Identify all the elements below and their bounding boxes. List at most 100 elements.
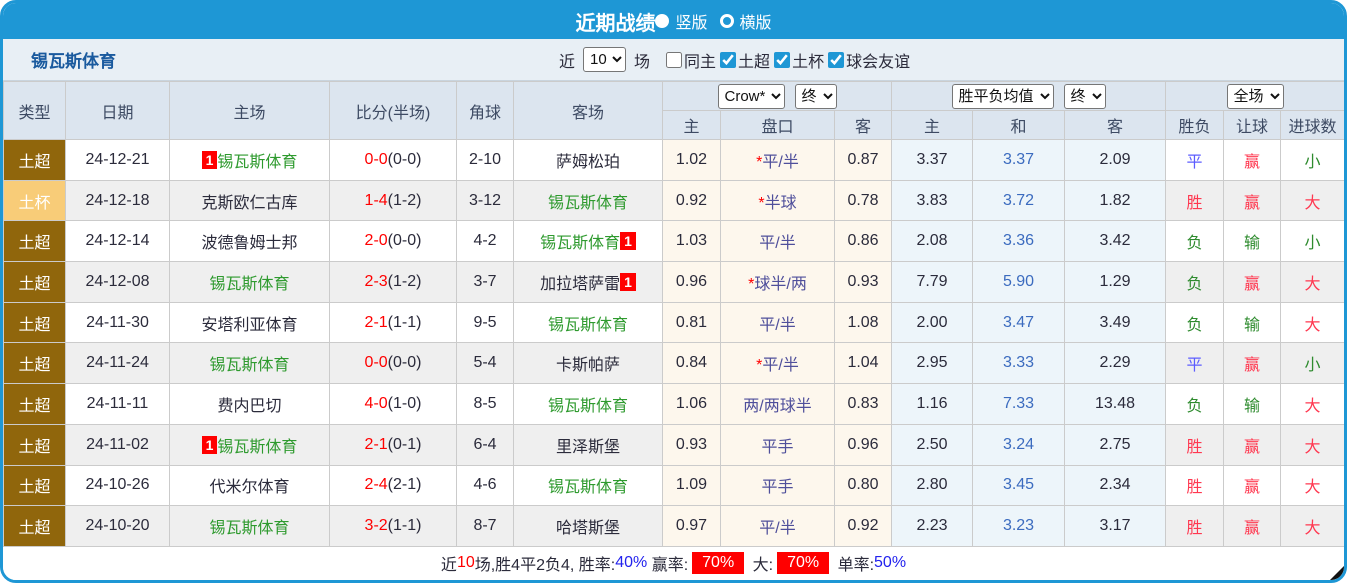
recent-count-select[interactable]: 10 xyxy=(583,47,626,72)
away-team-name[interactable]: 里泽斯堡 xyxy=(556,439,620,456)
handicap-odds-away: 1.08 xyxy=(835,302,892,343)
away-team-name[interactable]: 萨姆松珀 xyxy=(556,154,620,171)
scope-header: 全场 xyxy=(1166,82,1345,111)
home-team-cell: 1锡瓦斯体育 xyxy=(170,140,330,181)
avg-away-odds: 3.49 xyxy=(1065,302,1166,343)
away-team-name[interactable]: 锡瓦斯体育 xyxy=(548,398,628,415)
halftime-score: (2-1) xyxy=(388,476,422,493)
result-handicap: 赢 xyxy=(1224,465,1281,506)
handicap-cell: 两/两球半 xyxy=(721,384,835,425)
checkbox-input[interactable] xyxy=(720,52,736,68)
avg-draw-odds: 3.24 xyxy=(973,424,1065,465)
fulltime-score: 1-4 xyxy=(365,192,388,209)
checkbox-input[interactable] xyxy=(774,52,790,68)
home-team-name[interactable]: 锡瓦斯体育 xyxy=(217,154,297,171)
away-team-name[interactable]: 哈塔斯堡 xyxy=(556,520,620,537)
match-type-badge: 土超 xyxy=(4,384,66,425)
away-team-name[interactable]: 锡瓦斯体育 xyxy=(548,195,628,212)
result-handicap: 输 xyxy=(1224,384,1281,425)
result-handicap: 输 xyxy=(1224,302,1281,343)
result-handicap: 赢 xyxy=(1224,180,1281,221)
resize-handle-icon[interactable] xyxy=(1330,566,1344,580)
corner-count: 4-2 xyxy=(457,221,514,262)
filter-checkbox-土超[interactable]: 土超 xyxy=(716,48,770,72)
table-row: 土超 24-12-08 锡瓦斯体育 2-3(1-2) 3-7 加拉塔萨雷1 0.… xyxy=(4,262,1345,303)
away-team-cell: 卡斯帕萨 xyxy=(514,343,663,384)
handicap-line: 平/半 xyxy=(759,520,795,537)
vertical-layout-label[interactable]: 竖版 xyxy=(675,9,707,33)
halftime-score: (1-2) xyxy=(388,273,422,290)
match-type-badge: 土超 xyxy=(4,262,66,303)
avg-home-odds: 3.83 xyxy=(892,180,973,221)
avg-draw-odds: 7.33 xyxy=(973,384,1065,425)
home-team-name[interactable]: 克斯欧仁古库 xyxy=(201,195,297,212)
match-date: 24-10-20 xyxy=(66,506,170,547)
avg-away-odds: 2.34 xyxy=(1065,465,1166,506)
result-handicap: 赢 xyxy=(1224,262,1281,303)
scope-select[interactable]: 全场 xyxy=(1227,84,1284,109)
avg-away-odds: 2.09 xyxy=(1065,140,1166,181)
fulltime-score: 2-1 xyxy=(365,314,388,331)
handicap-cell: 平手 xyxy=(721,424,835,465)
filter-bar: 锡瓦斯体育 近 10 场 同主土超土杯球会友谊 xyxy=(3,39,1344,81)
home-team-name[interactable]: 代米尔体育 xyxy=(209,479,289,496)
sub-header-goals: 进球数 xyxy=(1281,111,1345,140)
result-goals: 大 xyxy=(1281,424,1345,465)
home-team-cell: 费内巴切 xyxy=(170,384,330,425)
title-bar: 近期战绩 竖版 横版 xyxy=(3,3,1344,39)
result-win-draw-loss: 胜 xyxy=(1166,506,1224,547)
away-team-name[interactable]: 加拉塔萨雷 xyxy=(540,276,620,293)
result-goals: 大 xyxy=(1281,262,1345,303)
home-team-name[interactable]: 安塔利亚体育 xyxy=(201,317,297,334)
away-team-name[interactable]: 锡瓦斯体育 xyxy=(548,479,628,496)
away-team-name[interactable]: 卡斯帕萨 xyxy=(556,357,620,374)
avg-odds-time-select[interactable]: 终 xyxy=(1064,84,1106,109)
away-team-name[interactable]: 锡瓦斯体育 xyxy=(548,317,628,334)
home-team-name[interactable]: 锡瓦斯体育 xyxy=(209,520,289,537)
score-cell: 0-0(0-0) xyxy=(330,343,457,384)
checkbox-input[interactable] xyxy=(828,52,844,68)
filter-checkbox-球会友谊[interactable]: 球会友谊 xyxy=(824,48,910,72)
header-row-main: 类型 日期 主场 比分(半场) 角球 客场 Crow*终 胜平负均值终 全场 xyxy=(4,82,1345,111)
home-team-cell: 锡瓦斯体育 xyxy=(170,262,330,303)
corner-count: 3-7 xyxy=(457,262,514,303)
match-date: 24-12-08 xyxy=(66,262,170,303)
filter-checkbox-同主[interactable]: 同主 xyxy=(662,48,716,72)
fulltime-score: 3-2 xyxy=(365,517,388,534)
handicap-odds-home: 0.81 xyxy=(663,302,721,343)
avg-home-odds: 2.95 xyxy=(892,343,973,384)
match-date: 24-12-14 xyxy=(66,221,170,262)
horizontal-layout-label[interactable]: 横版 xyxy=(740,9,772,33)
home-team-name[interactable]: 波德鲁姆士邦 xyxy=(201,235,297,252)
avg-away-odds: 2.75 xyxy=(1065,424,1166,465)
checkbox-label: 土杯 xyxy=(792,48,824,72)
odds-company-time-select[interactable]: 终 xyxy=(795,84,837,109)
away-team-name[interactable]: 锡瓦斯体育 xyxy=(540,235,620,252)
odds-company-select[interactable]: Crow* xyxy=(718,84,785,109)
team-name: 锡瓦斯体育 xyxy=(31,47,116,72)
home-team-name[interactable]: 费内巴切 xyxy=(217,398,281,415)
handicap-odds-home: 1.02 xyxy=(663,140,721,181)
handicap-cell: *平/半 xyxy=(721,343,835,384)
filter-checkbox-土杯[interactable]: 土杯 xyxy=(770,48,824,72)
result-handicap: 输 xyxy=(1224,221,1281,262)
score-cell: 4-0(1-0) xyxy=(330,384,457,425)
checkbox-input[interactable] xyxy=(666,52,682,68)
handicap-cell: 平/半 xyxy=(721,302,835,343)
vertical-layout-radio[interactable] xyxy=(655,14,669,28)
score-cell: 2-1(1-1) xyxy=(330,302,457,343)
corner-count: 8-5 xyxy=(457,384,514,425)
home-team-name[interactable]: 锡瓦斯体育 xyxy=(209,357,289,374)
home-team-name[interactable]: 锡瓦斯体育 xyxy=(217,439,297,456)
avg-odds-select[interactable]: 胜平负均值 xyxy=(952,84,1054,109)
handicap-line: 平/半 xyxy=(762,357,798,374)
result-handicap: 赢 xyxy=(1224,424,1281,465)
handicap-cell: 平/半 xyxy=(721,221,835,262)
result-win-draw-loss: 负 xyxy=(1166,221,1224,262)
halftime-score: (0-0) xyxy=(388,354,422,371)
home-team-name[interactable]: 锡瓦斯体育 xyxy=(209,276,289,293)
match-date: 24-11-11 xyxy=(66,384,170,425)
horizontal-layout-radio[interactable] xyxy=(720,14,734,28)
handicap-odds-away: 0.87 xyxy=(835,140,892,181)
recent-prefix-label: 近 xyxy=(559,48,575,72)
